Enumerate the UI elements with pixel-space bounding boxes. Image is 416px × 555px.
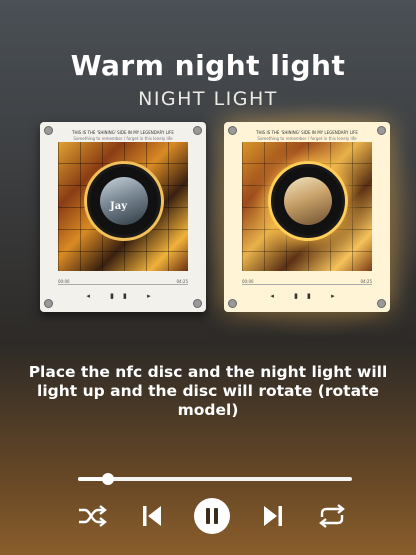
- screw-icon: [44, 299, 53, 308]
- description-text: Place the nfc disc and the night light w…: [28, 363, 388, 419]
- mini-progress-bar: [242, 284, 372, 285]
- pause-icon: [194, 498, 230, 534]
- frame-subcaption: Something to remember / forget in this l…: [257, 136, 357, 141]
- product-frame-off: THIS IS THE 'SHINING' SIDE IN MY LEGENDA…: [40, 122, 206, 312]
- nfc-disc: Jay: [87, 164, 161, 238]
- playback-progress-bar[interactable]: [78, 473, 352, 485]
- mini-progress-bar: [58, 284, 188, 285]
- progress-knob[interactable]: [102, 473, 115, 485]
- nfc-disc-lit: [271, 164, 345, 238]
- screw-icon: [193, 299, 202, 308]
- next-icon: [264, 506, 282, 526]
- disc-text: Jay: [110, 201, 128, 212]
- frame-caption: THIS IS THE 'SHINING' SIDE IN MY LEGENDA…: [256, 130, 358, 135]
- page-title: Warm night light: [70, 49, 346, 82]
- album-collage: Jay: [58, 142, 188, 271]
- pause-button[interactable]: [192, 496, 232, 536]
- disc-label: [284, 177, 332, 225]
- page-subtitle: NIGHT LIGHT: [138, 88, 278, 110]
- next-button[interactable]: [257, 500, 289, 532]
- product-frame-on: THIS IS THE 'SHINING' SIDE IN MY LEGENDA…: [224, 122, 390, 312]
- repeat-icon: [319, 504, 345, 528]
- repeat-button[interactable]: [316, 500, 348, 532]
- screw-icon: [228, 299, 237, 308]
- previous-icon: [143, 506, 161, 526]
- shuffle-button[interactable]: [76, 500, 108, 532]
- screw-icon: [377, 299, 386, 308]
- shuffle-icon: [79, 505, 107, 527]
- album-collage: [242, 142, 372, 271]
- frame-subcaption: Something to remember / forget in this l…: [73, 136, 173, 141]
- mini-controls: ◂ ▮▮ ▸: [270, 292, 344, 300]
- frame-caption: THIS IS THE 'SHINING' SIDE IN MY LEGENDA…: [72, 130, 174, 135]
- previous-button[interactable]: [136, 500, 168, 532]
- mini-controls: ◂ ▮▮ ▸: [86, 292, 160, 300]
